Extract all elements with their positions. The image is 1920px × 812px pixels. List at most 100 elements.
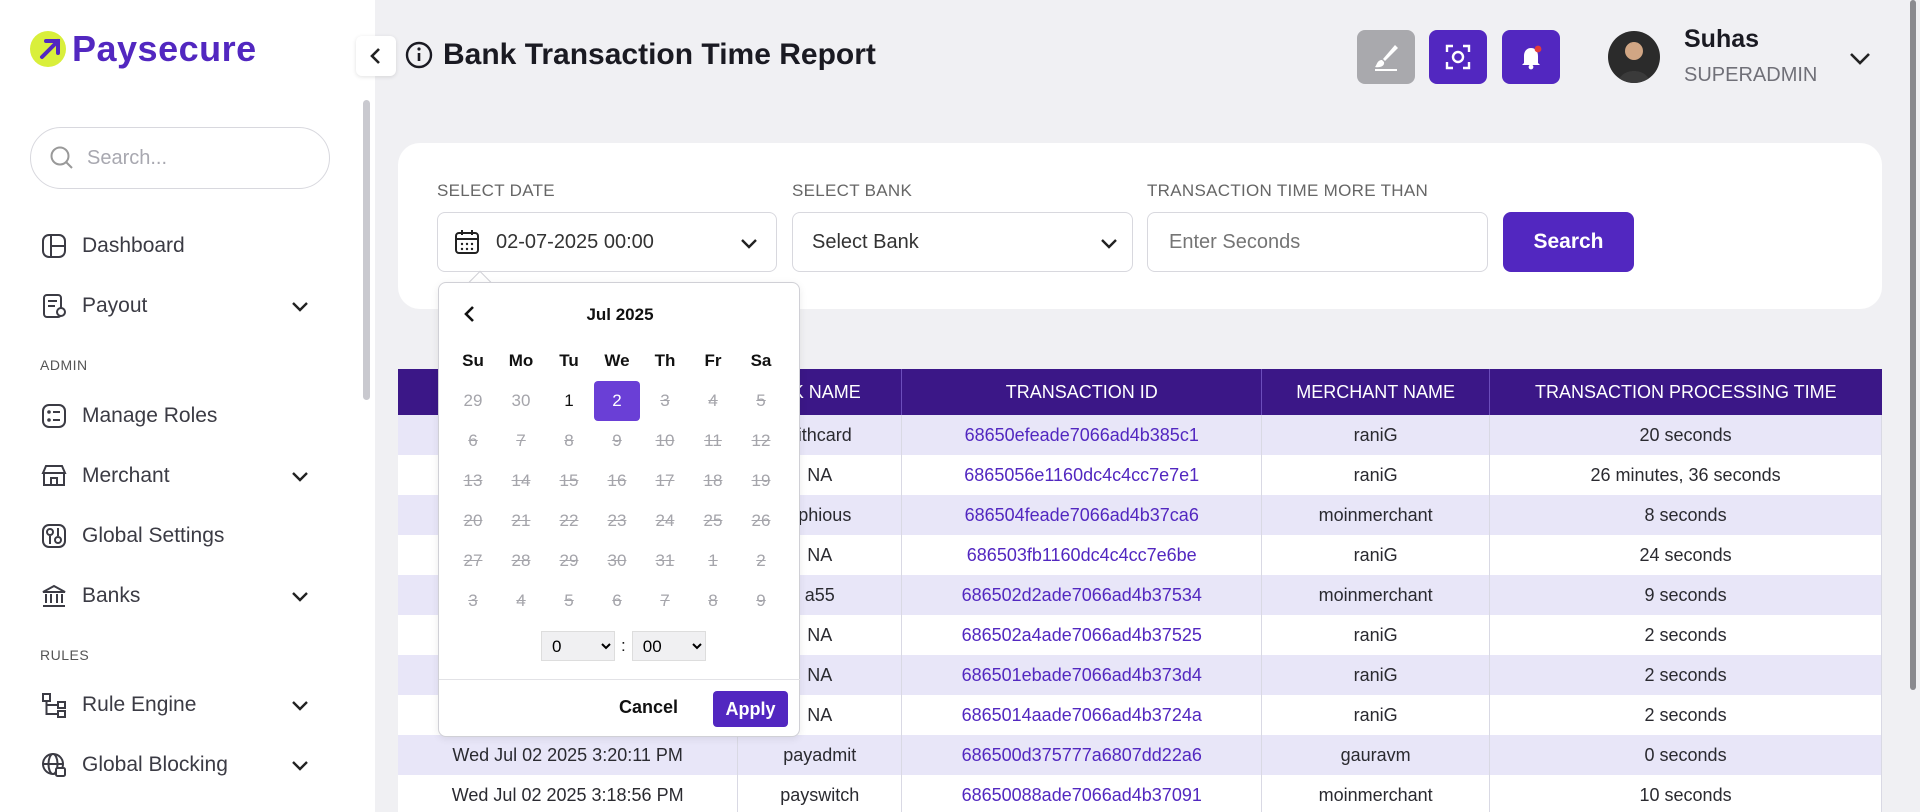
sidebar-item-global-settings[interactable]: Global Settings (40, 516, 310, 556)
hour-select[interactable]: 0 (541, 631, 615, 661)
weekday-header: Su (462, 351, 484, 370)
global-blocking-icon (40, 751, 68, 779)
table-row: Wed Jul 02 2025 3:20:11 PM payadmit 686500… (398, 735, 1882, 775)
user-menu-chevron-icon[interactable] (1848, 46, 1872, 70)
column-header[interactable]: TRANSACTION PROCESSING TIME (1489, 369, 1882, 415)
calendar-day: 7 (660, 591, 670, 610)
table-cell: 0 seconds (1489, 735, 1882, 775)
transaction-id-link[interactable]: 686503fb1160dc4c4cc7e6be (901, 535, 1263, 575)
sidebar-item-dashboard[interactable]: Dashboard (40, 226, 310, 266)
capture-icon (1445, 44, 1471, 70)
table-cell: raniG (1261, 655, 1491, 695)
calendar-day: 31 (655, 551, 675, 570)
table-cell: 24 seconds (1489, 535, 1882, 575)
sidebar-item-merchant[interactable]: Merchant (40, 456, 310, 496)
seconds-input[interactable] (1169, 230, 1459, 254)
bell-icon (1522, 45, 1542, 70)
chevron-down-icon (1101, 239, 1117, 249)
calendar-day: 30 (511, 391, 531, 410)
calendar-day: 7 (516, 431, 526, 450)
page-scrollbar-thumb[interactable] (1910, 0, 1916, 690)
notifications-button[interactable] (1502, 30, 1560, 84)
sidebar-item-global-blocking[interactable]: Global Blocking (40, 745, 310, 785)
sidebar-item-rule-engine[interactable]: Rule Engine (40, 685, 310, 725)
select-date-label: SELECT DATE (437, 181, 555, 200)
weekday-header: Mo (508, 351, 534, 370)
table-cell: 20 seconds (1489, 415, 1882, 455)
selected-day[interactable]: 2 (594, 381, 640, 421)
search-button[interactable]: Search (1503, 212, 1634, 272)
transaction-id-link[interactable]: 686502a4ade7066ad4b37525 (901, 615, 1263, 655)
chevron-down-icon[interactable] (290, 695, 310, 715)
sidebar-item-banks[interactable]: Banks (40, 576, 310, 616)
table-cell: 2 seconds (1489, 615, 1882, 655)
table-cell: Wed Jul 02 2025 3:20:11 PM (398, 735, 739, 775)
transaction-id-link[interactable]: 686504feade7066ad4b37ca6 (901, 495, 1263, 535)
chevron-down-icon[interactable] (290, 296, 310, 316)
settings-icon (40, 522, 68, 550)
column-header[interactable]: MERCHANT NAME (1261, 369, 1491, 415)
sidebar-collapse-button[interactable] (356, 36, 396, 76)
transaction-time-label: TRANSACTION TIME MORE THAN (1147, 181, 1429, 200)
sidebar: Paysecure Dashboard Payout ADMIN Manage … (0, 0, 375, 812)
bank-select-value: Select Bank (812, 230, 919, 253)
chevron-down-icon[interactable] (290, 755, 310, 775)
table-cell: raniG (1261, 615, 1491, 655)
avatar[interactable] (1608, 31, 1660, 83)
chevron-left-icon (370, 48, 380, 64)
payout-icon (40, 292, 68, 320)
datepicker-popup: Jul 2025 Su Mo Tu We Th Fr Sa 29 30 1 2 3 4 5 6 7 8 9 10 11… (438, 282, 801, 737)
bank-select[interactable]: Select Bank (792, 212, 1133, 272)
calendar-day: 2 (756, 551, 766, 570)
cancel-button[interactable]: Cancel (619, 697, 678, 718)
transaction-id-link[interactable]: 686502d2ade7066ad4b37534 (901, 575, 1263, 615)
transaction-id-link[interactable]: 68650088ade7066ad4b37091 (901, 775, 1263, 812)
minute-select[interactable]: 00 (631, 631, 706, 661)
sidebar-item-manage-roles[interactable]: Manage Roles (40, 396, 310, 436)
sidebar-search-input[interactable] (87, 146, 307, 170)
calendar-day: 6 (468, 431, 478, 450)
screenshot-button[interactable] (1429, 30, 1487, 84)
calendar-day[interactable]: 1 (545, 381, 593, 421)
calendar-day: 5 (756, 391, 766, 410)
page-scrollbar[interactable] (1906, 0, 1920, 812)
sidebar-search[interactable] (30, 127, 330, 189)
date-picker-input[interactable]: 02-07-2025 00:00 (437, 212, 777, 272)
table-cell: moinmerchant (1261, 775, 1491, 812)
transaction-id-link[interactable]: 68650efeade7066ad4b385c1 (901, 415, 1263, 455)
calendar-day: 8 (564, 431, 574, 450)
transaction-id-link[interactable]: 6865056e1160dc4c4cc7e7e1 (901, 455, 1263, 495)
column-header[interactable]: TRANSACTION ID (901, 369, 1263, 415)
calendar-day: 25 (703, 511, 723, 530)
weekday-header: Sa (750, 351, 772, 370)
time-selector: 0 : 00 (541, 631, 706, 661)
sidebar-scrollbar[interactable] (363, 100, 370, 400)
table-cell: raniG (1261, 415, 1491, 455)
brand-logo[interactable]: Paysecure (30, 28, 257, 70)
calendar-day: 3 (660, 391, 670, 410)
clear-filter-button[interactable] (1357, 30, 1415, 84)
chevron-down-icon[interactable] (290, 586, 310, 606)
calendar-day: 5 (564, 591, 574, 610)
calendar-day: 19 (751, 471, 771, 490)
sidebar-item-label: Merchant (82, 464, 170, 487)
table-cell: 2 seconds (1489, 695, 1882, 735)
weekday-header: Th (654, 351, 676, 370)
sidebar-item-label: Dashboard (82, 234, 185, 257)
transaction-id-link[interactable]: 686501ebade7066ad4b373d4 (901, 655, 1263, 695)
user-role: SUPERADMIN (1684, 64, 1818, 86)
apply-button[interactable]: Apply (713, 691, 788, 727)
info-icon[interactable] (405, 41, 433, 69)
seconds-field[interactable] (1147, 212, 1488, 272)
sidebar-item-payout[interactable]: Payout (40, 286, 310, 326)
transaction-id-link[interactable]: 6865014aade7066ad4b3724a (901, 695, 1263, 735)
transaction-id-link[interactable]: 686500d375777a6807dd22a6 (901, 735, 1263, 775)
chevron-down-icon[interactable] (290, 466, 310, 486)
calendar-day: 9 (612, 431, 622, 450)
sidebar-item-label: Manage Roles (82, 404, 218, 427)
calendar-day: 6 (612, 591, 622, 610)
section-label-admin: ADMIN (40, 357, 88, 373)
calendar-day: 1 (708, 551, 718, 570)
calendar-day: 29 (463, 391, 483, 410)
calendar-day: 20 (463, 511, 483, 530)
